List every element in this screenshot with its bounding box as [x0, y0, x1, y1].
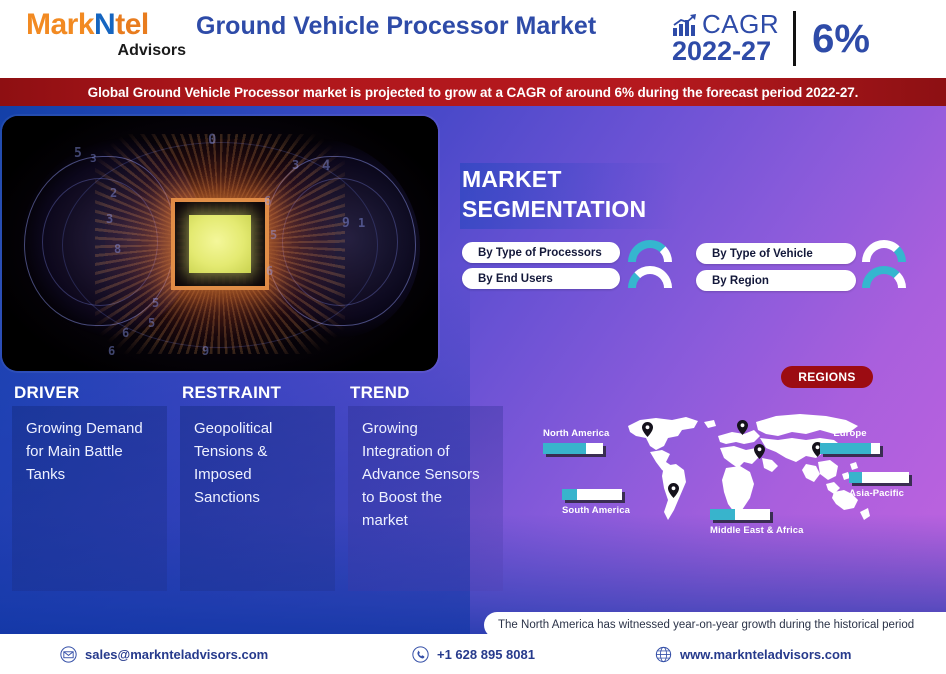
binary-digit: 6	[266, 264, 274, 278]
arc-top-right	[862, 240, 906, 262]
binary-digit: 9	[202, 344, 210, 358]
segmentation-arc-connector-left	[628, 240, 676, 292]
footer-website-text: www.marknteladvisors.com	[680, 646, 852, 662]
region-label: Asia-Pacific	[849, 488, 905, 499]
binary-digit: 4	[322, 158, 331, 174]
cagr-period: 2022-27	[672, 36, 772, 67]
region-bar-fill	[710, 509, 736, 520]
region-asia-pacific: Asia-Pacific	[849, 472, 909, 499]
map-pin-europe	[737, 420, 748, 435]
binary-digit: 5	[152, 296, 160, 310]
region-bar-fill	[543, 443, 587, 454]
company-logo: MarkNtel Advisors	[26, 10, 186, 60]
region-bar-fill	[849, 472, 863, 483]
segmentation-title: MARKET SEGMENTATION	[460, 163, 680, 229]
factor-heading-restraint: RESTRAINT	[182, 383, 282, 402]
binary-digit: 3	[292, 158, 300, 172]
factor-heading-driver: DRIVER	[14, 383, 80, 402]
region-bar-track	[562, 489, 622, 500]
chip-outer-frame	[171, 197, 269, 290]
binary-digit: 1	[358, 216, 366, 230]
region-bar-fill	[820, 443, 871, 454]
cagr-block: CAGR 2022-27 6%	[672, 11, 870, 66]
region-label: North America	[543, 428, 610, 439]
footer: sales@marknteladvisors.com +1 628 895 80…	[0, 634, 946, 674]
logo-wordmark: MarkNtel	[26, 10, 186, 40]
region-bar-track	[710, 509, 770, 520]
region-label: South America	[562, 505, 630, 516]
chip-pins-top	[187, 203, 253, 212]
region-europe: Europe	[820, 428, 880, 454]
logo-text-n: N	[94, 8, 116, 41]
segment-pill-region[interactable]: By Region	[696, 270, 856, 291]
binary-digit: 6	[122, 326, 130, 340]
binary-digit: 5	[270, 228, 278, 242]
binary-digit: 6	[108, 344, 116, 358]
binary-digit: 0	[208, 132, 217, 148]
binary-digit: 9	[342, 216, 350, 231]
logo-subtitle: Advisors	[117, 42, 186, 59]
chip-pins-left	[177, 217, 185, 270]
binary-digit: 2	[110, 186, 118, 200]
region-middle-east-africa: Middle East & Africa	[710, 509, 804, 536]
regions-badge: REGIONS	[781, 366, 873, 388]
chip-pins-right	[255, 217, 263, 270]
segment-pill-end-users[interactable]: By End Users	[462, 268, 620, 289]
cagr-value: 6%	[812, 16, 870, 61]
growth-chart-icon	[672, 13, 698, 37]
segmentation-title-line1: MARKET	[462, 166, 562, 192]
chip-pins-bottom	[187, 275, 253, 284]
region-bar-track	[849, 472, 909, 483]
factor-box-trend: Growing Integration of Advance Sensors t…	[348, 406, 503, 591]
binary-digit: 3	[106, 212, 114, 226]
arc-bottom-left	[628, 266, 672, 288]
footer-email-text: sales@marknteladvisors.com	[85, 646, 269, 662]
email-icon	[60, 645, 77, 663]
cagr-left: CAGR 2022-27	[672, 11, 779, 65]
cagr-label-row: CAGR	[672, 11, 779, 37]
logo-text-mark: Mark	[26, 8, 95, 41]
cagr-label: CAGR	[702, 9, 780, 40]
footer-phone[interactable]: +1 628 895 8081	[412, 645, 535, 663]
arc-top-left	[628, 240, 672, 262]
factor-box-restraint: Geopolitical Tensions & Imposed Sanction…	[180, 406, 335, 591]
factor-box-driver: Growing Demand for Main Battle Tanks	[12, 406, 167, 591]
region-label: Europe	[833, 428, 867, 439]
binary-digit: 5	[74, 146, 82, 161]
headline-banner-text: Global Ground Vehicle Processor market i…	[87, 84, 859, 100]
map-pin-north-america	[642, 422, 653, 437]
region-south-america: South America	[562, 489, 630, 516]
cagr-divider	[793, 11, 797, 66]
page-title: Ground Vehicle Processor Market	[196, 12, 597, 40]
binary-digit: 6	[264, 194, 272, 208]
footer-website[interactable]: www.marknteladvisors.com	[655, 646, 851, 663]
footer-email[interactable]: sales@marknteladvisors.com	[60, 645, 269, 663]
segmentation-title-line2: SEGMENTATION	[462, 195, 647, 222]
phone-icon	[412, 645, 429, 663]
region-north-america: North America	[543, 428, 609, 454]
arc-bottom-right	[862, 266, 906, 288]
logo-text-tel: tel	[115, 8, 149, 41]
headline-banner: Global Ground Vehicle Processor market i…	[0, 78, 946, 106]
brain-processor-image: 5 3 0 4 9 1 2 3 8 6 5 6 5 5 6 3 9 6	[2, 116, 438, 371]
header: MarkNtel Advisors Ground Vehicle Process…	[0, 0, 946, 78]
binary-digit: 3	[90, 152, 97, 165]
footer-phone-text: +1 628 895 8081	[437, 646, 535, 662]
map-pin-south-america	[668, 483, 679, 498]
infographic-page: MarkNtel Advisors Ground Vehicle Process…	[0, 0, 946, 674]
factor-heading-trend: TREND	[350, 383, 410, 402]
globe-icon	[655, 646, 672, 663]
chip-die	[189, 214, 251, 273]
segmentation-arc-connector-right	[862, 240, 910, 292]
region-bar-track	[820, 443, 880, 454]
region-bar-track	[543, 443, 603, 454]
region-bar-fill	[562, 489, 577, 500]
segment-pill-type-of-processors[interactable]: By Type of Processors	[462, 242, 620, 263]
segment-pill-type-of-vehicle[interactable]: By Type of Vehicle	[696, 243, 856, 264]
map-pin-middle-east	[754, 444, 765, 459]
binary-digit: 5	[148, 316, 156, 330]
binary-digit: 8	[114, 242, 122, 256]
region-label: Middle East & Africa	[710, 525, 804, 536]
